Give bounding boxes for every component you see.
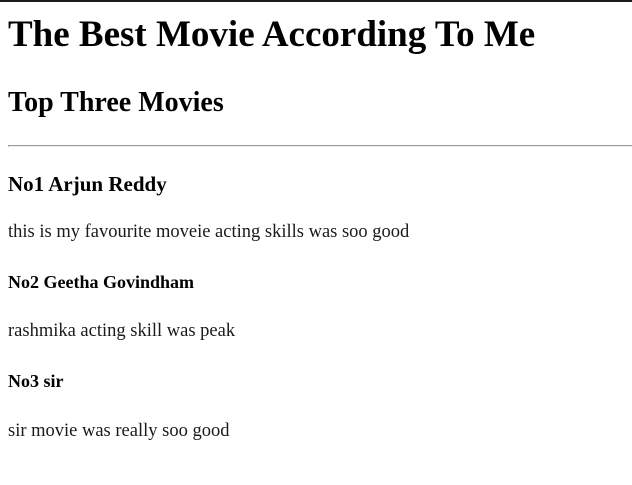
top-border [0,0,632,2]
movie-title-1: No1 Arjun Reddy [8,172,167,196]
horizontal-divider [8,145,632,147]
movie-description-2: rashmika acting skill was peak [8,321,236,341]
movie-title-2: No2 Geetha Govindham [8,272,195,292]
movie-title-3: No3 sir [8,371,64,391]
page-title: The Best Movie According To Me [8,14,536,55]
movie-description-3: sir movie was really soo good [8,421,230,441]
page-subtitle: Top Three Movies [8,87,224,118]
movie-description-1: this is my favourite moveie acting skill… [8,222,410,242]
